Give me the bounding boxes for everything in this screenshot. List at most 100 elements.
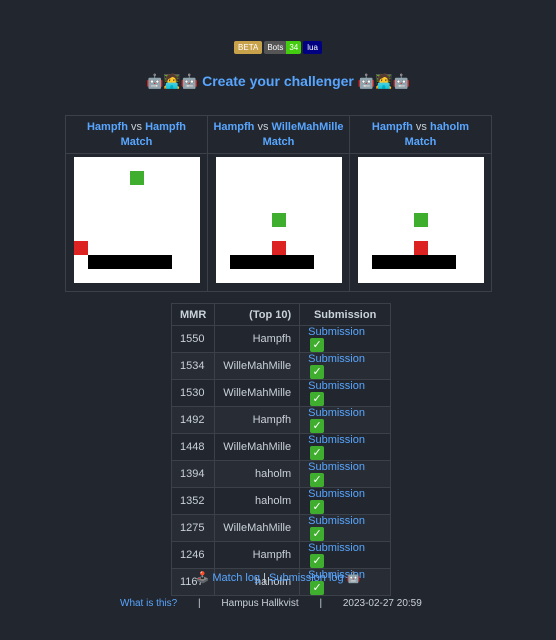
wall-segment [371, 255, 456, 269]
mmr-cell: 1550 [170, 325, 216, 353]
mmr-cell: 1246 [170, 541, 216, 569]
player-name-cell: Hampfh [214, 541, 301, 569]
player1-link[interactable]: Hampfh [372, 121, 413, 133]
submission-link[interactable]: Submission [308, 353, 365, 365]
submission-cell: Submission ✓ [299, 352, 392, 380]
submission-link[interactable]: Submission [308, 542, 365, 554]
footer: What is this? | Hampus Hallkvist | 2023-… [120, 598, 422, 609]
check-mark-icon: ✓ [310, 392, 325, 406]
check-mark-icon: ✓ [310, 365, 325, 379]
what-is-this-link[interactable]: What is this? [120, 598, 177, 609]
bots-count-badge: Bots 34 [264, 41, 302, 54]
submission-link[interactable]: Submission [308, 326, 365, 338]
mmr-header: MMR [170, 303, 216, 326]
green-player-piece [271, 213, 286, 227]
robot-coder-emoji-right: 🤖🧑‍💻🤖 [357, 73, 411, 89]
separator: | [198, 598, 201, 609]
game-board[interactable] [357, 157, 484, 283]
player1-link[interactable]: Hampfh [213, 121, 254, 133]
submission-cell: Submission ✓ [299, 460, 392, 488]
table-row: 1246 Hampfh Submission ✓ [170, 541, 392, 569]
submission-link[interactable]: Submission [308, 434, 365, 446]
match-board-cell [65, 153, 208, 292]
player1-link[interactable]: Hampfh [87, 121, 128, 133]
submission-link[interactable]: Submission [308, 461, 365, 473]
check-mark-icon: ✓ [310, 527, 325, 541]
player-name-cell: WilleMahMille [214, 352, 301, 380]
page-title: 🤖🧑‍💻🤖 Create your challenger 🤖🧑‍💻🤖 [0, 73, 556, 90]
vs-label: vs [257, 121, 269, 133]
log-links: 🕹️ Match log | Submission log 🤖 [0, 571, 556, 584]
bots-count: 34 [286, 41, 302, 54]
badge-row: BETA Bots 34 lua [0, 41, 556, 54]
recent-matches-table: Hampfh vs Hampfh Match Hampfh vs WilleMa… [65, 115, 492, 292]
table-row: 1394 haholm Submission ✓ [170, 460, 392, 488]
lua-badge: lua [303, 41, 322, 54]
game-board[interactable] [73, 157, 200, 283]
game-board[interactable] [215, 157, 342, 283]
player-name-cell: WilleMahMille [214, 514, 301, 542]
green-player-piece [129, 171, 144, 185]
check-mark-icon: ✓ [310, 473, 325, 487]
table-row: 1352 haholm Submission ✓ [170, 487, 392, 515]
match-log-link[interactable]: Match log [212, 572, 260, 584]
author-name: Hampus Hallkvist [221, 598, 299, 609]
match-board-cell [207, 153, 350, 292]
match-header: Hampfh vs WilleMahMille Match [207, 115, 350, 154]
red-player-piece [413, 241, 428, 255]
submission-link[interactable]: Submission [308, 488, 365, 500]
table-row: 1492 Hampfh Submission ✓ [170, 406, 392, 434]
green-player-piece [413, 213, 428, 227]
submission-log-link[interactable]: Submission log [269, 572, 344, 584]
mmr-cell: 1448 [170, 433, 216, 461]
submission-link[interactable]: Submission [308, 515, 365, 527]
player-name-cell: haholm [214, 460, 301, 488]
match-link[interactable]: Match [263, 136, 295, 148]
player-name-cell: haholm [214, 487, 301, 515]
check-mark-icon: ✓ [310, 338, 325, 352]
mmr-cell: 1394 [170, 460, 216, 488]
player-name-cell: Hampfh [214, 406, 301, 434]
player2-link[interactable]: haholm [430, 121, 469, 133]
red-player-piece [271, 241, 286, 255]
separator: | [319, 598, 323, 609]
player-name-cell: Hampfh [214, 325, 301, 353]
create-challenger-link[interactable]: Create your challenger [202, 73, 354, 89]
player2-link[interactable]: Hampfh [145, 121, 186, 133]
mmr-cell: 1492 [170, 406, 216, 434]
submission-header: Submission [299, 303, 392, 326]
table-row: 1530 WilleMahMille Submission ✓ [170, 379, 392, 407]
match-link[interactable]: Match [121, 136, 153, 148]
wall-segment [229, 255, 314, 269]
mmr-cell: 1275 [170, 514, 216, 542]
match-link[interactable]: Match [405, 136, 437, 148]
submission-link[interactable]: Submission [308, 380, 365, 392]
submission-link[interactable]: Submission [308, 407, 365, 419]
submission-cell: Submission ✓ [299, 325, 392, 353]
wall-segment [87, 255, 172, 269]
red-player-piece [73, 241, 88, 255]
table-row: 1275 WilleMahMille Submission ✓ [170, 514, 392, 542]
table-row: 1550 Hampfh Submission ✓ [170, 325, 392, 353]
bots-label: Bots [264, 41, 287, 54]
check-mark-icon: ✓ [310, 446, 325, 460]
check-mark-icon: ✓ [310, 500, 325, 514]
joystick-icon: 🕹️ [195, 572, 210, 584]
submission-cell: Submission ✓ [299, 379, 392, 407]
submission-cell: Submission ✓ [299, 514, 392, 542]
robot-coder-emoji-left: 🤖🧑‍💻🤖 [145, 73, 199, 89]
player-name-cell: WilleMahMille [214, 433, 301, 461]
player2-link[interactable]: WilleMahMille [272, 121, 344, 133]
vs-label: vs [131, 121, 142, 133]
submission-cell: Submission ✓ [299, 406, 392, 434]
table-row: 1534 WilleMahMille Submission ✓ [170, 352, 392, 380]
vs-label: vs [415, 121, 427, 133]
match-header: Hampfh vs haholm Match [349, 115, 492, 154]
table-row: 1448 WilleMahMille Submission ✓ [170, 433, 392, 461]
submission-cell: Submission ✓ [299, 487, 392, 515]
match-header: Hampfh vs Hampfh Match [65, 115, 208, 154]
robot-icon: 🤖 [346, 572, 361, 584]
mmr-cell: 1534 [170, 352, 216, 380]
match-board-cell [349, 153, 492, 292]
separator: | [263, 572, 266, 584]
